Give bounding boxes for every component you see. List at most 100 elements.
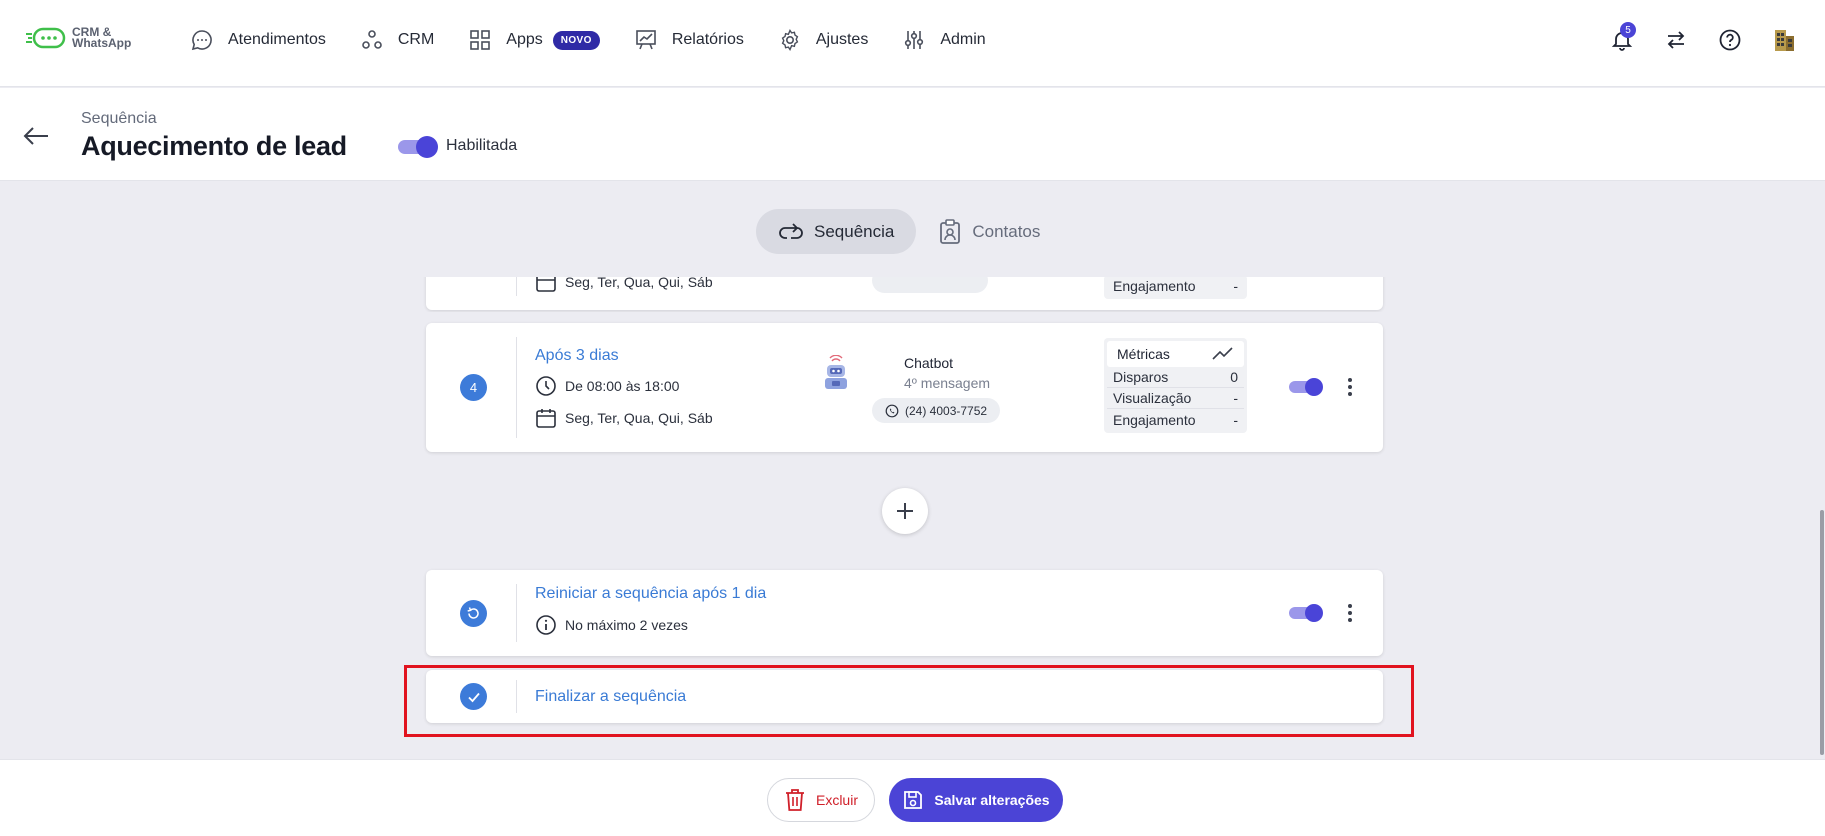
metrics-panel: Métricas Disparos 0 Visualização - Engajam… [1104, 338, 1247, 433]
restart-note-text: No máximo 2 vezes [565, 617, 688, 633]
nav-crm[interactable]: CRM [360, 24, 434, 56]
phone-chip [872, 277, 988, 293]
action-footer: Excluir Salvar alterações [0, 759, 1825, 836]
info-icon [536, 615, 556, 635]
restart-note: No máximo 2 vezes [535, 614, 688, 636]
repeat-icon [779, 222, 803, 239]
tab-label: Sequência [814, 221, 895, 241]
restart-menu-button[interactable] [1340, 600, 1360, 626]
metric-label: Disparos [1113, 369, 1169, 385]
save-label: Salvar alterações [934, 792, 1050, 808]
logo-line-2: WhatsApp [72, 36, 132, 50]
app-logo[interactable]: CRM & WhatsApp [26, 26, 131, 50]
card-divider [516, 337, 517, 438]
back-button[interactable] [18, 118, 54, 154]
crm-icon [362, 30, 382, 49]
nav-actions: 5 [1604, 22, 1825, 58]
step-card-3: Seg, Ter, Qua, Qui, Sáb Engajamento - [426, 277, 1383, 310]
channel-name: Chatbot [904, 355, 954, 371]
metric-row: Visualização - [1107, 388, 1244, 409]
metric-value: - [1233, 411, 1238, 428]
step-toggle[interactable] [1289, 378, 1323, 396]
calendar-icon [536, 409, 556, 428]
view-tabs: Sequência Contatos [756, 209, 1062, 254]
chat-icon [191, 30, 212, 51]
delete-button[interactable]: Excluir [767, 778, 875, 822]
step-number: 4 [460, 374, 487, 401]
new-badge: NOVO [552, 30, 600, 50]
metric-value: - [1233, 390, 1238, 406]
metric-row: Disparos 0 [1107, 367, 1244, 388]
restart-toggle[interactable] [1289, 604, 1323, 622]
phone-number: (24) 4003-7752 [905, 403, 988, 418]
metric-value: 0 [1230, 369, 1238, 385]
enabled-toggle-label: Habilitada [446, 137, 518, 154]
chatbot-avatar [821, 354, 851, 396]
switch-account-button[interactable] [1658, 22, 1694, 58]
metrics-title: Métricas [1117, 346, 1170, 362]
gear-icon [781, 29, 799, 51]
nav-ajustes[interactable]: Ajustes [778, 24, 868, 56]
logo-icon [26, 27, 66, 49]
toggle-knob [1305, 378, 1323, 396]
metrics-header[interactable]: Métricas [1107, 341, 1244, 367]
schedule-hours: De 08:00 às 18:00 [535, 375, 679, 397]
plus-icon [897, 503, 913, 519]
step-title[interactable]: Após 3 dias [535, 347, 619, 365]
card-divider [516, 584, 517, 642]
step-card-4: 4 Após 3 dias De 08:00 às 18:00 Seg, Ter… [426, 323, 1383, 452]
metric-label: Engajamento [1113, 277, 1196, 294]
days-text: Seg, Ter, Qua, Qui, Sáb [565, 410, 713, 426]
clock-icon [536, 376, 556, 396]
days-text: Seg, Ter, Qua, Qui, Sáb [565, 277, 713, 290]
restart-title[interactable]: Reiniciar a sequência após 1 dia [535, 585, 766, 603]
calendar-icon [536, 277, 556, 292]
tab-contatos[interactable]: Contatos [916, 209, 1062, 254]
hours-text: De 08:00 às 18:00 [565, 378, 680, 394]
restart-badge [460, 600, 487, 627]
enabled-toggle[interactable] [398, 136, 438, 158]
tab-label: Contatos [972, 221, 1041, 241]
chart-icon [636, 30, 656, 50]
help-button[interactable] [1712, 22, 1748, 58]
more-vertical-icon [1348, 378, 1352, 396]
whatsapp-icon [885, 404, 899, 417]
breadcrumb[interactable]: Sequência [81, 110, 157, 128]
nav-label: Atendimentos [228, 31, 326, 48]
toggle-knob [1305, 604, 1323, 622]
swap-arrows-icon [1667, 31, 1685, 49]
robot-icon [825, 354, 847, 389]
schedule-days: Seg, Ter, Qua, Qui, Sáb [535, 407, 713, 429]
metric-row: Engajamento - [1107, 409, 1244, 430]
scroll-clip: Seg, Ter, Qua, Qui, Sáb Engajamento - [0, 277, 1825, 312]
trend-icon [1212, 347, 1233, 360]
nav-admin[interactable]: Admin [902, 24, 986, 56]
restart-card: Reiniciar a sequência após 1 dia No máxi… [426, 570, 1383, 656]
scrollbar-thumb[interactable] [1820, 510, 1824, 755]
nav-label: CRM [397, 31, 435, 48]
metric-value: - [1233, 277, 1238, 294]
nav-apps[interactable]: Apps NOVO [468, 24, 600, 56]
step-menu-button[interactable] [1340, 374, 1360, 400]
message-index: 4º mensagem [904, 375, 991, 391]
nav-relatorios[interactable]: Relatórios [634, 24, 744, 56]
tab-sequencia[interactable]: Sequência [756, 209, 917, 254]
metric-row: Engajamento - [1107, 277, 1244, 296]
company-button[interactable] [1766, 22, 1802, 58]
building-icon [1775, 30, 1794, 51]
metric-label: Engajamento [1113, 411, 1196, 428]
save-icon [904, 791, 923, 809]
save-button[interactable]: Salvar alterações [889, 778, 1063, 822]
schedule-days: Seg, Ter, Qua, Qui, Sáb [535, 277, 713, 293]
nav-label: Ajustes [815, 31, 869, 48]
logo-text: CRM & WhatsApp [72, 26, 132, 50]
add-step-button[interactable] [882, 488, 928, 534]
top-navbar: CRM & WhatsApp Atendimentos CRM Apps NOV… [0, 0, 1825, 87]
nav-label: Relatórios [671, 31, 744, 48]
nav-label: Admin [940, 31, 986, 48]
notification-count: 5 [1620, 22, 1636, 38]
trash-icon [785, 789, 804, 811]
nav-atendimentos[interactable]: Atendimentos [190, 24, 326, 56]
notifications-button[interactable]: 5 [1604, 22, 1640, 58]
page-header: Sequência Aquecimento de lead Habilitada [0, 88, 1825, 181]
